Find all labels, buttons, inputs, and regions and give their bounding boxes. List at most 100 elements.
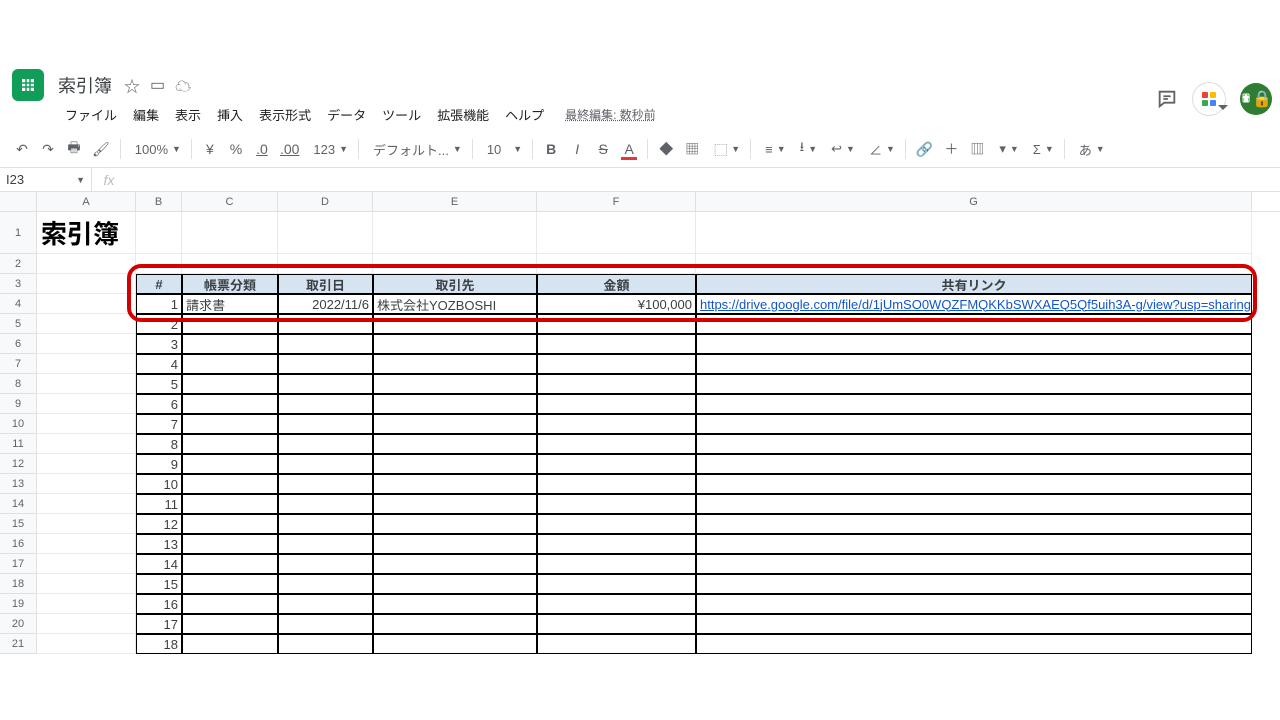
number-format-select[interactable]: 123▼ <box>305 136 352 162</box>
row-header[interactable]: 5 <box>0 314 37 334</box>
menu-extensions[interactable]: 拡張機能 <box>430 101 496 128</box>
cell[interactable] <box>373 212 537 254</box>
row-header[interactable]: 12 <box>0 454 37 474</box>
col-header[interactable]: C <box>182 192 278 211</box>
move-folder-icon[interactable]: ▭ <box>150 75 165 95</box>
row-header[interactable]: 1 <box>0 212 37 254</box>
menu-insert[interactable]: 挿入 <box>210 101 250 128</box>
share-link[interactable]: https://drive.google.com/file/d/1jUmSO0W… <box>700 297 1251 312</box>
cell[interactable] <box>182 594 278 614</box>
cell[interactable] <box>37 434 136 454</box>
cell[interactable] <box>696 334 1252 354</box>
cell[interactable] <box>278 474 373 494</box>
cell[interactable] <box>537 574 696 594</box>
cell[interactable] <box>182 554 278 574</box>
cell[interactable]: 11 <box>136 494 182 514</box>
cell[interactable] <box>37 354 136 374</box>
menu-data[interactable]: データ <box>320 101 373 128</box>
cell[interactable] <box>373 614 537 634</box>
cell[interactable]: 共有リンク <box>696 274 1252 294</box>
cell[interactable] <box>37 494 136 514</box>
cell[interactable] <box>373 314 537 334</box>
col-header[interactable]: B <box>136 192 182 211</box>
cell[interactable]: 2 <box>136 314 182 334</box>
merge-button[interactable]: ⬚▼ <box>706 136 744 162</box>
cell[interactable] <box>696 454 1252 474</box>
cell[interactable] <box>37 614 136 634</box>
cell[interactable] <box>278 434 373 454</box>
cell[interactable] <box>182 494 278 514</box>
text-color-button[interactable]: A <box>617 136 641 162</box>
row-header[interactable]: 4 <box>0 294 37 314</box>
cell[interactable] <box>182 574 278 594</box>
menu-tools[interactable]: ツール <box>375 101 428 128</box>
row-header[interactable]: 3 <box>0 274 37 294</box>
cell[interactable] <box>37 594 136 614</box>
cell[interactable] <box>537 374 696 394</box>
row-header[interactable]: 8 <box>0 374 37 394</box>
cell[interactable] <box>537 394 696 414</box>
strike-button[interactable]: S <box>591 136 615 162</box>
zoom-select[interactable]: 100%▼ <box>127 136 185 162</box>
cell[interactable] <box>537 354 696 374</box>
cell[interactable] <box>37 634 136 654</box>
cell[interactable] <box>373 594 537 614</box>
cell[interactable] <box>696 354 1252 374</box>
decrease-decimal-button[interactable]: .0 <box>250 136 274 162</box>
cell[interactable] <box>37 474 136 494</box>
increase-decimal-button[interactable]: .00 <box>276 136 303 162</box>
row-header[interactable]: 21 <box>0 634 37 654</box>
italic-button[interactable]: I <box>565 136 589 162</box>
share-button[interactable]: 🔒 <box>1240 83 1272 115</box>
font-select[interactable]: デフォルト...▼ <box>365 136 466 162</box>
chart-button[interactable]: ▥ <box>965 136 989 162</box>
borders-button[interactable]: ▦ <box>680 136 704 162</box>
cell[interactable] <box>278 394 373 414</box>
cell[interactable] <box>696 374 1252 394</box>
cell[interactable] <box>37 314 136 334</box>
fill-color-button[interactable]: ◆ <box>654 136 678 162</box>
cell[interactable] <box>696 474 1252 494</box>
link-button[interactable]: 🔗 <box>912 136 937 162</box>
cell[interactable]: 2022/11/6 <box>278 294 373 314</box>
cell[interactable]: 9 <box>136 454 182 474</box>
cell[interactable] <box>278 574 373 594</box>
cell[interactable] <box>136 212 182 254</box>
cell[interactable]: 取引先 <box>373 274 537 294</box>
filter-button[interactable]: ▾▼ <box>991 136 1022 162</box>
currency-button[interactable]: ¥ <box>198 136 222 162</box>
row-header[interactable]: 13 <box>0 474 37 494</box>
undo-button[interactable]: ↶ <box>10 136 34 162</box>
cell[interactable]: 12 <box>136 514 182 534</box>
cell[interactable] <box>37 414 136 434</box>
cell[interactable]: 4 <box>136 354 182 374</box>
name-box[interactable]: I23▼ <box>0 168 92 191</box>
cell[interactable] <box>278 212 373 254</box>
cell[interactable]: # <box>136 274 182 294</box>
cell[interactable] <box>537 434 696 454</box>
cell[interactable] <box>696 554 1252 574</box>
cell[interactable] <box>696 394 1252 414</box>
row-header[interactable]: 18 <box>0 574 37 594</box>
cell[interactable] <box>696 414 1252 434</box>
row-header[interactable]: 6 <box>0 334 37 354</box>
cell[interactable] <box>373 454 537 474</box>
cell[interactable] <box>37 254 136 274</box>
row-header[interactable]: 9 <box>0 394 37 414</box>
cell[interactable] <box>182 394 278 414</box>
col-header[interactable]: E <box>373 192 537 211</box>
cell[interactable] <box>537 594 696 614</box>
cell[interactable] <box>278 454 373 474</box>
rotate-button[interactable]: ∠▼ <box>861 136 899 162</box>
row-header[interactable]: 17 <box>0 554 37 574</box>
cell[interactable] <box>182 614 278 634</box>
cell[interactable]: 7 <box>136 414 182 434</box>
cell[interactable] <box>696 514 1252 534</box>
cell[interactable] <box>696 254 1252 274</box>
cell[interactable] <box>373 394 537 414</box>
cell[interactable] <box>182 334 278 354</box>
formula-bar[interactable] <box>126 168 1280 191</box>
cell[interactable] <box>278 514 373 534</box>
cell[interactable] <box>182 434 278 454</box>
cell[interactable] <box>373 474 537 494</box>
